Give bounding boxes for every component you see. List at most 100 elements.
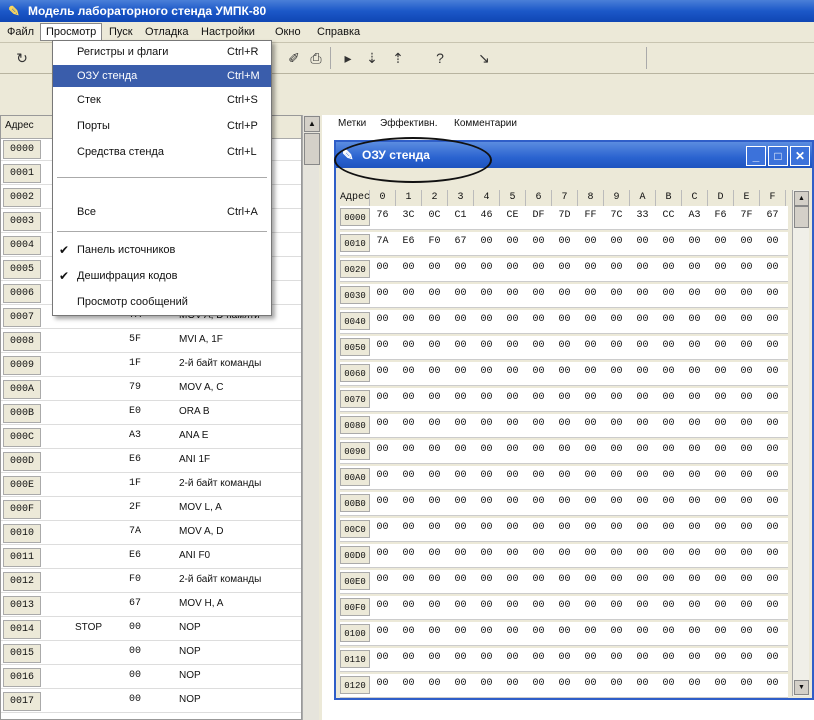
- memory-cell[interactable]: 00: [474, 314, 499, 325]
- memory-cell[interactable]: 00: [604, 574, 629, 585]
- memory-cell[interactable]: 00: [396, 392, 421, 403]
- memory-cell[interactable]: 00: [630, 262, 655, 273]
- memory-cell[interactable]: 00: [578, 340, 603, 351]
- memory-cell[interactable]: 00: [734, 444, 759, 455]
- memory-cell[interactable]: 00: [760, 626, 785, 637]
- listing-row[interactable]: 0010 7A MOV A, D: [1, 522, 301, 545]
- scroll-thumb[interactable]: [794, 206, 809, 228]
- memory-cell[interactable]: 00: [448, 288, 473, 299]
- memory-cell[interactable]: 00: [474, 574, 499, 585]
- memory-cell[interactable]: 00: [422, 522, 447, 533]
- memory-cell[interactable]: 00: [552, 600, 577, 611]
- memory-cell[interactable]: 00: [396, 652, 421, 663]
- memory-cell[interactable]: DF: [526, 210, 551, 221]
- memory-cell[interactable]: 00: [682, 392, 707, 403]
- memory-cell[interactable]: 00: [708, 288, 733, 299]
- memory-cell[interactable]: 00: [500, 548, 525, 559]
- memory-cell[interactable]: 00: [396, 340, 421, 351]
- memory-cell[interactable]: 00: [552, 522, 577, 533]
- memory-cell[interactable]: 00: [760, 600, 785, 611]
- memory-cell[interactable]: 00: [682, 444, 707, 455]
- menu-run[interactable]: Пуск: [104, 24, 138, 40]
- memory-cell[interactable]: 00: [604, 626, 629, 637]
- memory-cell[interactable]: 00: [760, 496, 785, 507]
- memory-cell[interactable]: 00: [630, 678, 655, 689]
- memory-cell[interactable]: 00: [630, 236, 655, 247]
- memory-cell[interactable]: 00: [500, 418, 525, 429]
- print-icon[interactable]: ⎙: [306, 48, 326, 68]
- memory-cell[interactable]: 00: [526, 288, 551, 299]
- memory-cell[interactable]: 00: [734, 340, 759, 351]
- memory-cell[interactable]: 00: [578, 574, 603, 585]
- memory-cell[interactable]: 00: [370, 574, 395, 585]
- memory-cell[interactable]: 00: [656, 652, 681, 663]
- memory-cell[interactable]: 00: [578, 262, 603, 273]
- memory-cell[interactable]: 00: [552, 496, 577, 507]
- maximize-icon[interactable]: □: [768, 146, 788, 166]
- memory-cell[interactable]: 00: [708, 496, 733, 507]
- memory-cell[interactable]: 00: [422, 678, 447, 689]
- memory-cell[interactable]: 00: [552, 340, 577, 351]
- memory-cell[interactable]: 00: [734, 288, 759, 299]
- memory-cell[interactable]: 00: [500, 444, 525, 455]
- memory-cell[interactable]: 00: [448, 678, 473, 689]
- memory-cell[interactable]: 00: [370, 262, 395, 273]
- memory-cell[interactable]: 00: [656, 600, 681, 611]
- listing-row[interactable]: 0014 STOP 00 NOP: [1, 618, 301, 641]
- memory-scrollbar[interactable]: ▲ ▼: [792, 190, 809, 696]
- pointer-icon[interactable]: ↘: [474, 48, 494, 68]
- memory-cell[interactable]: 00: [734, 392, 759, 403]
- memory-cell[interactable]: 00: [630, 418, 655, 429]
- memory-cell[interactable]: 00: [396, 548, 421, 559]
- memory-cell[interactable]: 00: [656, 548, 681, 559]
- memory-cell[interactable]: 00: [500, 392, 525, 403]
- memory-cell[interactable]: 00: [500, 366, 525, 377]
- memory-cell[interactable]: 00: [708, 470, 733, 481]
- memory-cell[interactable]: 00: [734, 652, 759, 663]
- open-icon[interactable]: ↻: [12, 48, 32, 68]
- run-icon[interactable]: ▸: [338, 48, 358, 68]
- memory-cell[interactable]: 00: [474, 470, 499, 481]
- memory-cell[interactable]: 00: [656, 392, 681, 403]
- menu-item[interactable]: Средства стенда Ctrl+L: [53, 141, 271, 163]
- memory-cell[interactable]: A3: [682, 210, 707, 221]
- memory-cell[interactable]: 00: [448, 522, 473, 533]
- memory-cell[interactable]: 00: [526, 470, 551, 481]
- memory-cell[interactable]: 00: [734, 418, 759, 429]
- memory-cell[interactable]: 00: [552, 236, 577, 247]
- menu-view[interactable]: Просмотр: [40, 23, 103, 41]
- memory-cell[interactable]: 00: [422, 444, 447, 455]
- memory-cell[interactable]: 00: [708, 600, 733, 611]
- memory-cell[interactable]: 00: [396, 444, 421, 455]
- memory-cell[interactable]: 00: [604, 652, 629, 663]
- memory-cell[interactable]: 33: [630, 210, 655, 221]
- memory-cell[interactable]: 00: [708, 366, 733, 377]
- memory-cell[interactable]: 00: [630, 470, 655, 481]
- memory-cell[interactable]: 00: [448, 470, 473, 481]
- menu-item[interactable]: Просмотр сообщений: [53, 291, 271, 313]
- tab-effective[interactable]: Эффективн.: [380, 118, 437, 129]
- memory-cell[interactable]: 00: [734, 470, 759, 481]
- memory-cell[interactable]: 00: [396, 522, 421, 533]
- memory-cell[interactable]: F0: [422, 236, 447, 247]
- memory-cell[interactable]: 00: [656, 366, 681, 377]
- memory-cell[interactable]: 00: [682, 548, 707, 559]
- listing-row[interactable]: 000D E6 ANI 1F: [1, 450, 301, 473]
- memory-cell[interactable]: 00: [630, 496, 655, 507]
- minimize-icon[interactable]: _: [746, 146, 766, 166]
- memory-cell[interactable]: 7F: [734, 210, 759, 221]
- memory-cell[interactable]: 00: [396, 600, 421, 611]
- memory-cell[interactable]: 00: [708, 392, 733, 403]
- memory-cell[interactable]: 00: [422, 652, 447, 663]
- memory-cell[interactable]: 00: [370, 548, 395, 559]
- memory-cell[interactable]: 00: [474, 678, 499, 689]
- memory-cell[interactable]: 00: [474, 600, 499, 611]
- memory-cell[interactable]: 00: [526, 574, 551, 585]
- memory-cell[interactable]: 00: [578, 678, 603, 689]
- memory-cell[interactable]: 00: [604, 288, 629, 299]
- memory-cell[interactable]: 00: [708, 262, 733, 273]
- memory-cell[interactable]: 00: [500, 574, 525, 585]
- memory-cell[interactable]: 00: [760, 314, 785, 325]
- menu-item[interactable]: ✔ Панель источников: [53, 239, 271, 261]
- memory-cell[interactable]: 00: [682, 678, 707, 689]
